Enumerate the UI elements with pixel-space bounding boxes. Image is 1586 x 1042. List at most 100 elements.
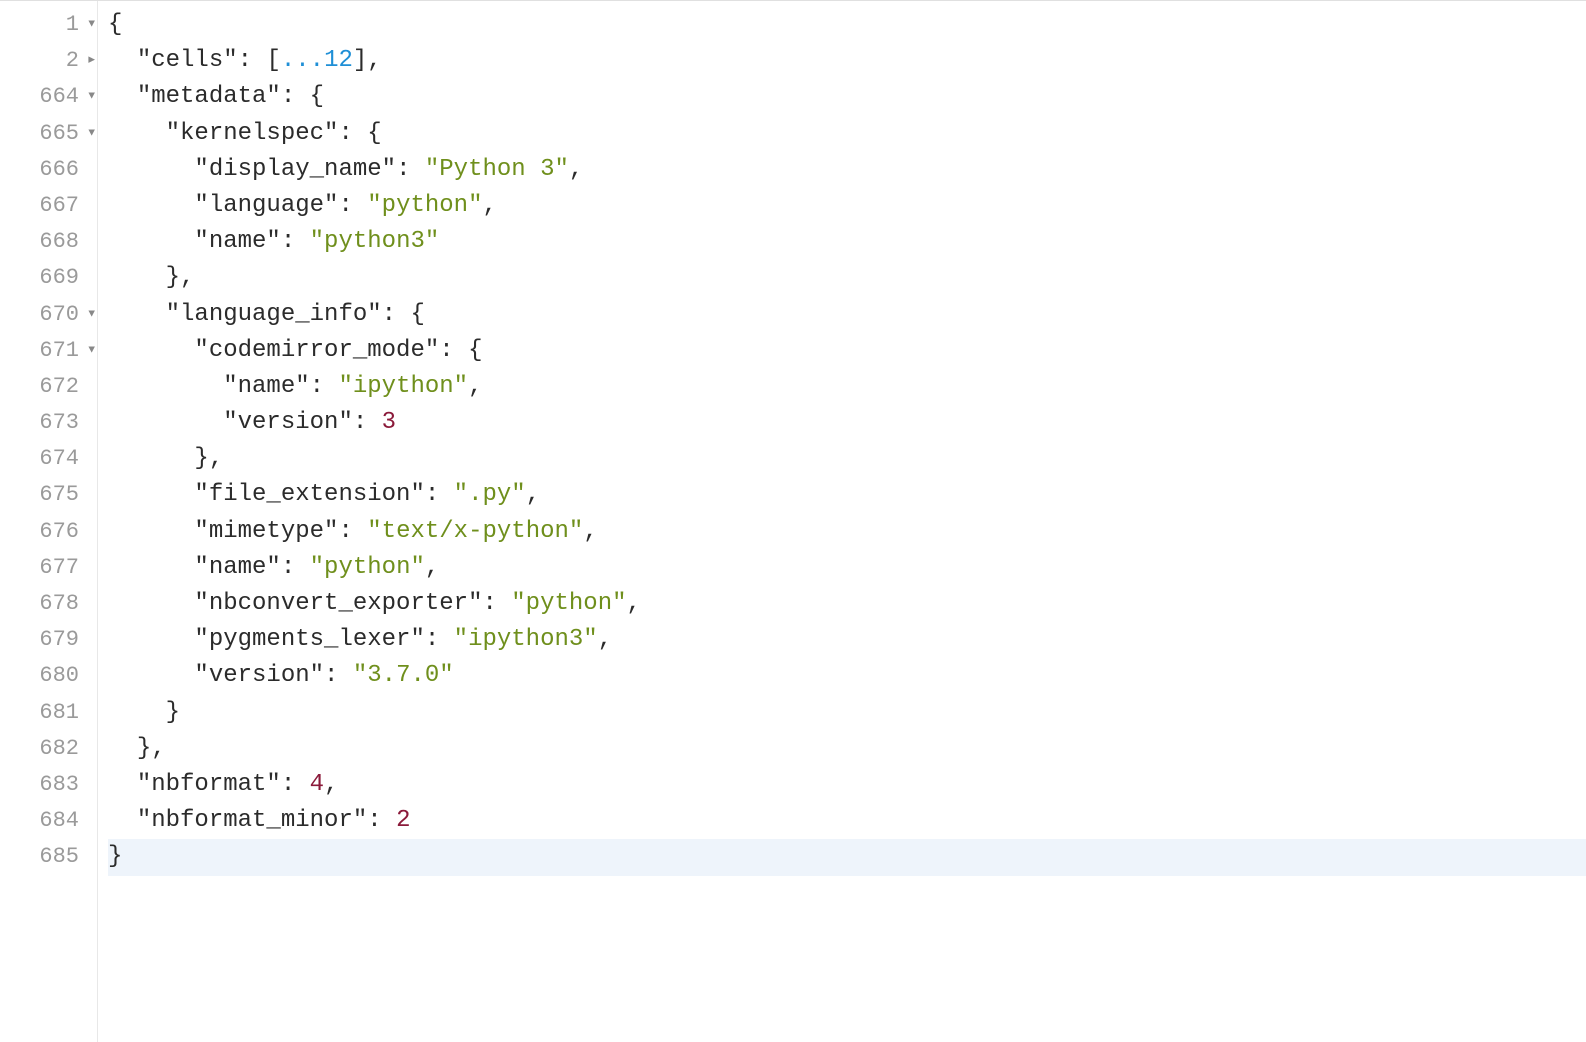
code-line[interactable]: "name": "ipython", — [108, 369, 1586, 405]
token-key: "language_info" — [166, 301, 382, 328]
code-line[interactable]: }, — [108, 731, 1586, 767]
line-number: 678 — [0, 586, 97, 622]
line-number: 683 — [0, 767, 97, 803]
line-number: 670▼ — [0, 297, 97, 333]
token-punc: , — [583, 518, 597, 545]
line-number-text: 675 — [39, 477, 79, 513]
code-line[interactable]: "name": "python", — [108, 550, 1586, 586]
token-punc: , — [598, 626, 612, 653]
token-str: "Python 3" — [425, 156, 569, 183]
line-number: 668 — [0, 224, 97, 260]
token-str: "ipython3" — [454, 626, 598, 653]
token-punc: , — [367, 47, 381, 74]
token-punc: : — [310, 373, 339, 400]
code-line[interactable]: "metadata": { — [108, 79, 1586, 115]
code-line[interactable]: "pygments_lexer": "ipython3", — [108, 622, 1586, 658]
code-line[interactable]: "codemirror_mode": { — [108, 333, 1586, 369]
line-number-text: 685 — [39, 839, 79, 875]
token-punc: : — [238, 47, 267, 74]
fold-open-icon[interactable]: ▼ — [88, 345, 95, 356]
indent — [108, 590, 194, 617]
token-punc: : — [338, 192, 367, 219]
token-key: "codemirror_mode" — [194, 337, 439, 364]
line-number-text: 682 — [39, 731, 79, 767]
token-key: "mimetype" — [194, 518, 338, 545]
token-key: "nbformat_minor" — [137, 807, 367, 834]
fold-open-icon[interactable]: ▼ — [88, 309, 95, 320]
code-line[interactable]: "nbformat": 4, — [108, 767, 1586, 803]
code-line[interactable]: } — [108, 695, 1586, 731]
code-line[interactable]: "version": "3.7.0" — [108, 658, 1586, 694]
token-key: "nbconvert_exporter" — [194, 590, 482, 617]
indent — [108, 409, 223, 436]
code-line[interactable]: "display_name": "Python 3", — [108, 152, 1586, 188]
indent — [108, 518, 194, 545]
code-line[interactable]: "name": "python3" — [108, 224, 1586, 260]
code-line[interactable]: "cells": [...12], — [108, 43, 1586, 79]
token-punc: : — [439, 337, 468, 364]
fold-open-icon[interactable]: ▼ — [88, 20, 95, 31]
indent — [108, 373, 223, 400]
token-punc: { — [310, 83, 324, 110]
code-line[interactable]: "file_extension": ".py", — [108, 477, 1586, 513]
line-number-text: 669 — [39, 260, 79, 296]
token-punc: : — [382, 301, 411, 328]
fold-open-icon[interactable]: ▼ — [88, 128, 95, 139]
code-line[interactable]: { — [108, 7, 1586, 43]
code-line[interactable]: "nbformat_minor": 2 — [108, 803, 1586, 839]
code-line[interactable]: "version": 3 — [108, 405, 1586, 441]
code-line[interactable]: "language": "python", — [108, 188, 1586, 224]
line-number-text: 680 — [39, 658, 79, 694]
line-number: 679 — [0, 622, 97, 658]
token-punc: , — [468, 373, 482, 400]
code-line[interactable]: } — [108, 839, 1586, 875]
line-number: 675 — [0, 477, 97, 513]
token-punc: : — [353, 409, 382, 436]
token-punc: : — [338, 518, 367, 545]
token-punc: , — [526, 481, 540, 508]
code-line[interactable]: "nbconvert_exporter": "python", — [108, 586, 1586, 622]
indent — [108, 192, 194, 219]
line-number-text: 683 — [39, 767, 79, 803]
token-punc: , — [209, 445, 223, 472]
indent — [108, 83, 137, 110]
fold-open-icon[interactable]: ▼ — [88, 92, 95, 103]
token-key: "version" — [223, 409, 353, 436]
code-line[interactable]: "mimetype": "text/x-python", — [108, 514, 1586, 550]
indent — [108, 47, 137, 74]
line-number-text: 666 — [39, 152, 79, 188]
line-number: 666 — [0, 152, 97, 188]
fold-closed-icon[interactable]: ▶ — [88, 56, 95, 67]
code-line[interactable]: }, — [108, 260, 1586, 296]
token-num: 3 — [382, 409, 396, 436]
code-line[interactable]: "language_info": { — [108, 297, 1586, 333]
line-number-text: 681 — [39, 695, 79, 731]
token-key: "name" — [194, 228, 280, 255]
token-fold: ...12 — [281, 47, 353, 74]
token-str: ".py" — [454, 481, 526, 508]
token-punc: , — [569, 156, 583, 183]
token-key: "language" — [194, 192, 338, 219]
token-key: "display_name" — [194, 156, 396, 183]
token-num: 4 — [310, 771, 324, 798]
line-number: 673 — [0, 405, 97, 441]
code-area[interactable]: { "cells": [...12], "metadata": { "kerne… — [98, 1, 1586, 1042]
code-line[interactable]: }, — [108, 441, 1586, 477]
token-key: "name" — [194, 554, 280, 581]
token-punc: : — [281, 83, 310, 110]
line-number: 672 — [0, 369, 97, 405]
line-number-text: 671 — [39, 333, 79, 369]
code-editor[interactable]: 1▼2▶664▼665▼666667668669670▼671▼67267367… — [0, 0, 1586, 1042]
token-str: "python3" — [310, 228, 440, 255]
token-str: "python" — [367, 192, 482, 219]
token-key: "kernelspec" — [166, 120, 339, 147]
token-punc: : — [367, 807, 396, 834]
token-num: 2 — [396, 807, 410, 834]
line-number-text: 665 — [39, 116, 79, 152]
indent — [108, 301, 166, 328]
token-punc: } — [166, 699, 180, 726]
line-number-text: 672 — [39, 369, 79, 405]
token-punc: } — [108, 843, 122, 870]
code-line[interactable]: "kernelspec": { — [108, 116, 1586, 152]
token-punc: : — [338, 120, 367, 147]
